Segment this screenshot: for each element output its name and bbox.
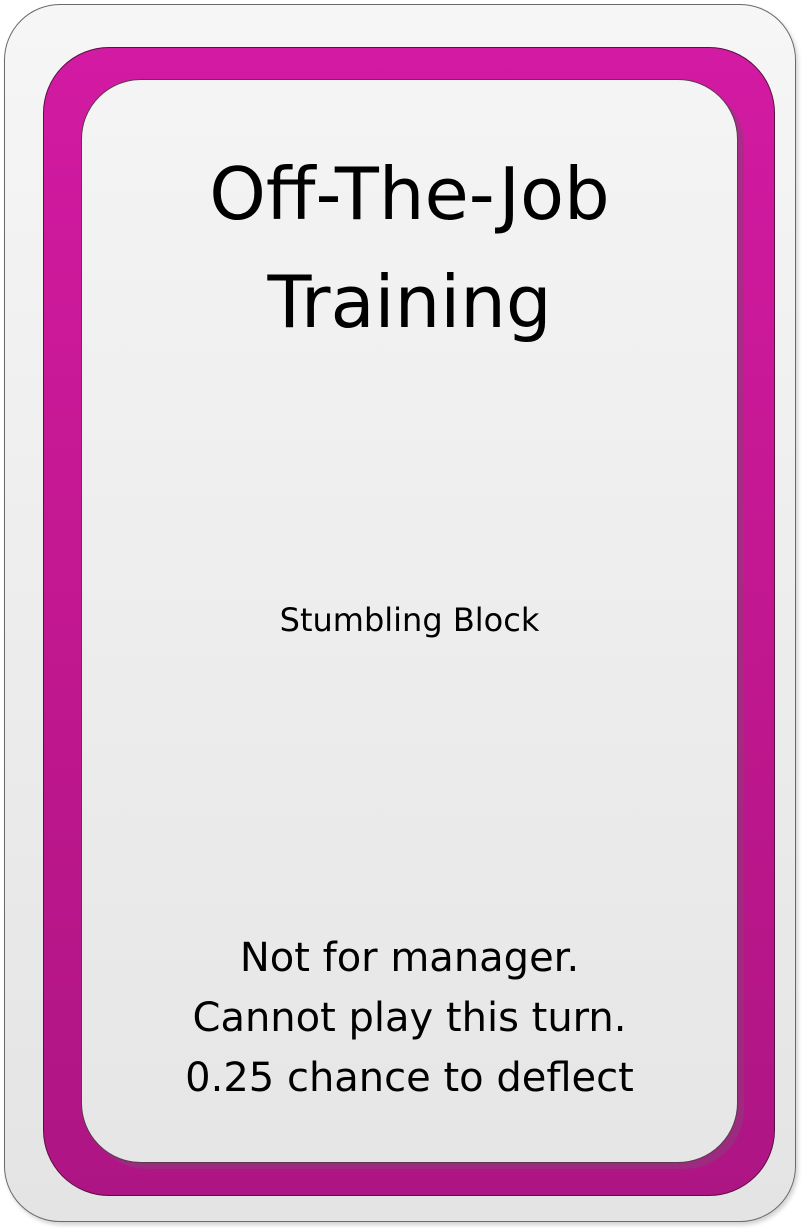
card-title: Off-The-Job Training: [82, 140, 737, 356]
card-title-line-1: Off-The-Job: [209, 152, 610, 236]
card-rule-line-1: Not for manager.: [239, 935, 580, 981]
card-rules-text: Not for manager. Cannot play this turn. …: [82, 928, 737, 1108]
card-type-label: Stumbling Block: [279, 601, 540, 639]
card-rule-line-3: 0.25 chance to deflect: [185, 1055, 634, 1101]
card-rule-line-2: Cannot play this turn.: [192, 995, 627, 1041]
card[interactable]: Off-The-Job Training Stumbling Block Not…: [4, 4, 796, 1222]
card-title-line-2: Training: [267, 260, 552, 344]
card-face: Off-The-Job Training Stumbling Block Not…: [81, 79, 738, 1163]
